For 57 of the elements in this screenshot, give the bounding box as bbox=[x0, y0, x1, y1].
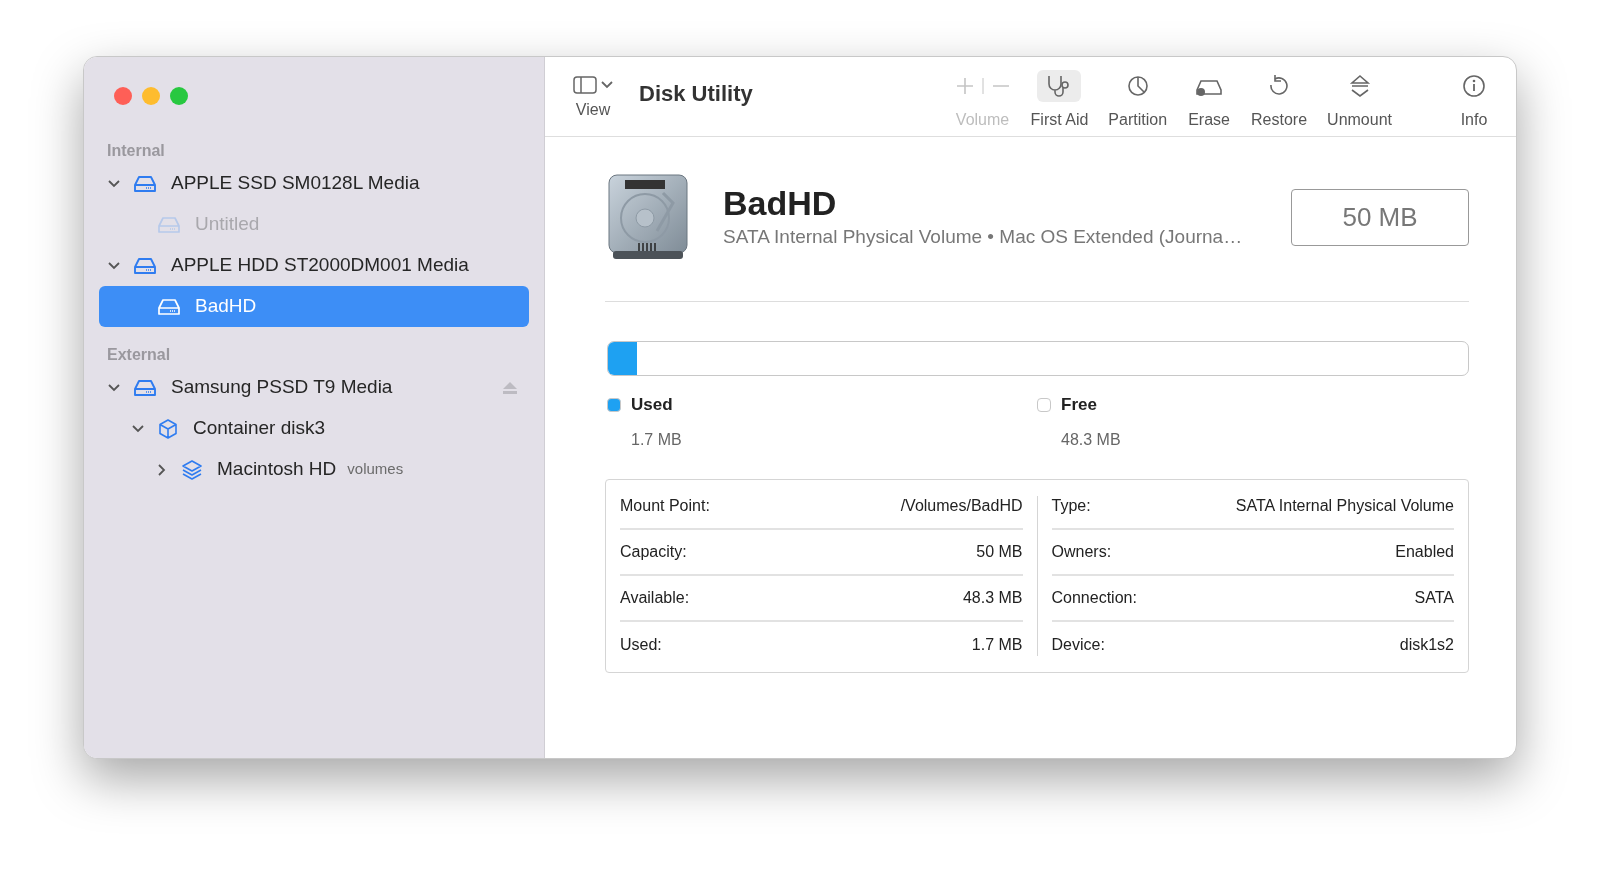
window-title: Disk Utility bbox=[639, 80, 753, 108]
info-label: Type: bbox=[1051, 495, 1091, 516]
toolbar-button[interactable]: Info bbox=[1446, 69, 1502, 132]
info-value: 50 MB bbox=[976, 541, 1023, 562]
legend-value: 48.3 MB bbox=[1061, 429, 1122, 450]
sidebar-item[interactable]: APPLE SSD SM0128L Media bbox=[99, 163, 529, 204]
info-icon bbox=[1462, 73, 1486, 98]
volume-name: BadHD bbox=[723, 182, 838, 223]
info-value: Enabled bbox=[1395, 541, 1454, 562]
toolbar-button[interactable]: First Aid bbox=[1024, 69, 1095, 132]
info-label: Connection: bbox=[1051, 587, 1137, 608]
legend-label: Used bbox=[631, 394, 673, 416]
sidebar-icon bbox=[573, 75, 597, 94]
chevron-down-icon[interactable] bbox=[108, 179, 120, 188]
toolbar-button[interactable]: Restore bbox=[1245, 69, 1314, 132]
info-label: Mount Point: bbox=[620, 495, 710, 516]
sidebar-section-title: External bbox=[106, 345, 172, 365]
legend-label: Free bbox=[1061, 394, 1097, 416]
cube-icon bbox=[157, 417, 179, 440]
view-button[interactable]: View bbox=[573, 75, 613, 122]
drive-icon bbox=[133, 378, 157, 397]
sidebar-item[interactable]: Samsung PSSD T9 Media bbox=[99, 367, 529, 408]
chevron-down-icon bbox=[601, 80, 613, 89]
hard-disk-icon bbox=[605, 173, 691, 261]
chevron-down-icon[interactable] bbox=[132, 424, 144, 433]
drive-icon bbox=[157, 297, 181, 316]
volumes-label: volumes bbox=[347, 459, 404, 480]
pie-chart-icon bbox=[1125, 73, 1150, 98]
info-value: 1.7 MB bbox=[971, 634, 1023, 655]
volume-size: 50 MB bbox=[1291, 188, 1469, 246]
sidebar-item[interactable]: Macintosh HD volumes bbox=[99, 449, 529, 490]
toolbar-button[interactable]: Partition bbox=[1102, 69, 1174, 132]
info-value: /Volumes/BadHD bbox=[900, 495, 1023, 516]
info-value: disk1s2 bbox=[1399, 634, 1454, 655]
sidebar-item[interactable]: APPLE HDD ST2000DM001 Media bbox=[99, 245, 529, 286]
info-label: Capacity: bbox=[620, 541, 687, 562]
info-value: 48.3 MB bbox=[962, 587, 1023, 608]
legend-value: 1.7 MB bbox=[631, 429, 683, 450]
info-label: Available: bbox=[620, 587, 690, 608]
layers-icon bbox=[181, 458, 203, 481]
info-label: Owners: bbox=[1051, 541, 1112, 562]
drive-icon bbox=[157, 215, 181, 234]
chevron-down-icon[interactable] bbox=[108, 383, 120, 392]
drive-icon bbox=[133, 174, 157, 193]
info-label: Device: bbox=[1051, 634, 1105, 655]
sidebar-item[interactable]: Container disk3 bbox=[99, 408, 529, 449]
drive-icon bbox=[133, 256, 157, 275]
volume-description: SATA Internal Physical Volume • Mac OS Extended (Journa… bbox=[723, 224, 1243, 249]
info-value: SATA Internal Physical Volume bbox=[1235, 495, 1454, 516]
info-label: Used: bbox=[620, 634, 662, 655]
toolbar-button[interactable]: Unmount bbox=[1321, 69, 1398, 132]
sidebar-section-title: Internal bbox=[106, 141, 166, 161]
info-value: SATA bbox=[1414, 587, 1454, 608]
eject-icon bbox=[1347, 73, 1372, 98]
chevron-down-icon[interactable] bbox=[108, 261, 120, 270]
chevron-right-icon[interactable] bbox=[158, 463, 166, 476]
toolbar-button[interactable]: Erase bbox=[1181, 69, 1238, 132]
